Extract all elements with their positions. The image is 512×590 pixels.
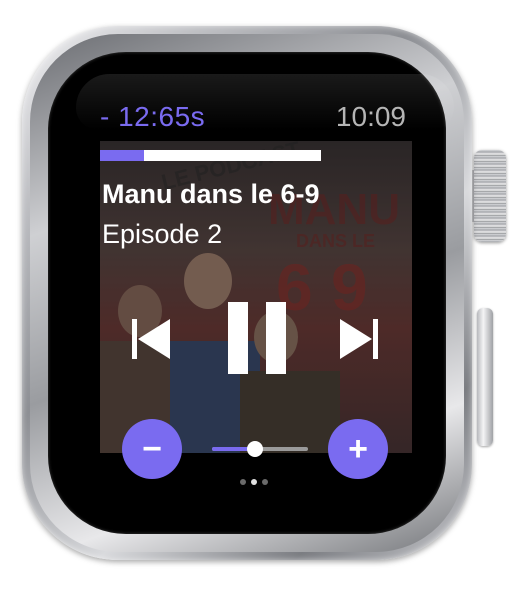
pause-button[interactable] (226, 300, 288, 376)
skip-previous-icon (132, 319, 170, 359)
next-button[interactable] (336, 317, 380, 361)
volume-up-button[interactable]: + (328, 419, 388, 479)
page-dot (262, 479, 268, 485)
clock-time: 10:09 (335, 101, 406, 132)
previous-button[interactable] (130, 317, 174, 361)
side-button[interactable] (477, 308, 493, 446)
volume-slider-knob[interactable] (247, 441, 264, 457)
now-playing-screen: - 12:65s 10:09 MANU DANS LE 6 9 LE PODCA… (100, 95, 412, 495)
volume-down-button[interactable]: − (122, 419, 182, 479)
episode-progress-fill (100, 150, 145, 161)
volume-slider[interactable] (212, 441, 308, 457)
plus-icon: + (348, 430, 368, 468)
episode-title: Manu dans le 6-9 (102, 179, 320, 209)
page-indicator (240, 479, 272, 487)
page-dot (251, 479, 257, 485)
remaining-time: - 12:65s (100, 101, 206, 132)
skip-next-icon (340, 319, 378, 359)
episode-subtitle: Episode 2 (102, 219, 223, 249)
pause-icon (228, 302, 286, 374)
episode-progress-bar[interactable] (100, 150, 321, 161)
minus-icon: − (142, 430, 162, 468)
digital-crown[interactable] (474, 150, 506, 242)
page-dot (240, 479, 246, 485)
